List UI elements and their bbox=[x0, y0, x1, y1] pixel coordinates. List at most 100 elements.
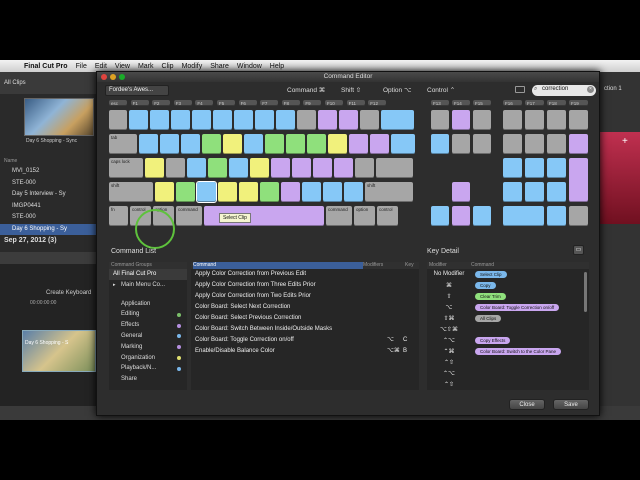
keyboard-key[interactable]: command bbox=[326, 206, 352, 226]
keyboard-key[interactable] bbox=[318, 110, 337, 130]
timeline-clip[interactable]: Day 6 Shopping - S bbox=[22, 330, 96, 372]
menu-clip[interactable]: Clip bbox=[158, 63, 178, 70]
function-key[interactable]: F19 bbox=[569, 100, 588, 106]
keypad-key[interactable] bbox=[569, 158, 588, 202]
function-key[interactable]: F9 bbox=[303, 100, 322, 106]
menu-help[interactable]: Help bbox=[266, 63, 288, 70]
menu-file[interactable]: File bbox=[72, 63, 91, 70]
menu-mark[interactable]: Mark bbox=[134, 63, 158, 70]
function-key[interactable]: F3 bbox=[173, 100, 192, 106]
keyboard-key[interactable] bbox=[176, 182, 195, 202]
keyboard-key[interactable] bbox=[473, 110, 491, 130]
keyboard-key[interactable] bbox=[276, 110, 295, 130]
date-group-row[interactable]: Sep 27, 2012 (3) bbox=[0, 235, 96, 247]
key-detail-row[interactable]: ⌘ Copy bbox=[427, 280, 589, 291]
keyboard-key[interactable] bbox=[166, 158, 185, 178]
keypad-key[interactable] bbox=[503, 182, 522, 202]
keyboard-key[interactable] bbox=[145, 158, 164, 178]
list-item[interactable]: STE-000 bbox=[0, 212, 96, 224]
key-detail-row[interactable]: ⌥ Color Board: Toggle Correction on/off bbox=[427, 302, 589, 313]
keyboard-key[interactable] bbox=[109, 110, 127, 130]
keyboard-key[interactable] bbox=[297, 110, 316, 130]
keyboard-key[interactable] bbox=[302, 182, 321, 202]
key-detail-row[interactable]: ⌃⌘ Color Board: Switch to the Color Pane bbox=[427, 346, 589, 357]
key-detail-scrollbar[interactable] bbox=[584, 272, 587, 312]
keyboard-key[interactable] bbox=[213, 110, 232, 130]
function-key[interactable]: F12 bbox=[368, 100, 387, 106]
keyboard-key[interactable] bbox=[431, 206, 449, 226]
clip-thumbnail[interactable] bbox=[24, 98, 94, 136]
function-key[interactable]: F11 bbox=[346, 100, 365, 106]
command-column-header[interactable]: Command bbox=[193, 262, 363, 269]
keypad-key[interactable] bbox=[569, 206, 588, 226]
list-item[interactable]: Day 5 Interview - Sy bbox=[0, 189, 96, 201]
keypad-key[interactable] bbox=[503, 158, 522, 178]
group-item-editing[interactable]: Editing bbox=[109, 309, 187, 320]
keypad-key[interactable] bbox=[503, 134, 522, 154]
keyboard-key[interactable] bbox=[223, 134, 242, 154]
plus-icon[interactable]: + bbox=[622, 136, 628, 147]
keyboard-key[interactable] bbox=[196, 181, 217, 203]
keypad-key[interactable] bbox=[525, 110, 544, 130]
keyboard-key[interactable] bbox=[187, 158, 206, 178]
keyboard-key[interactable]: control bbox=[377, 206, 398, 226]
menu-window[interactable]: Window bbox=[233, 63, 266, 70]
modifier-command-button[interactable]: Command ⌘ bbox=[287, 86, 325, 94]
keyboard-key[interactable]: caps lock bbox=[109, 158, 143, 178]
keyboard-key[interactable] bbox=[307, 134, 326, 154]
keyboard-key[interactable] bbox=[370, 134, 389, 154]
command-groups-header[interactable]: Command Groups bbox=[109, 262, 187, 269]
function-key[interactable]: F10 bbox=[325, 100, 343, 106]
command-set-select[interactable]: Fordee's Awes... bbox=[105, 85, 169, 96]
keyboard-key[interactable] bbox=[355, 158, 374, 178]
keyboard-key[interactable] bbox=[452, 182, 470, 202]
key-detail-row[interactable]: ⌃⌥ Copy Effects bbox=[427, 335, 589, 346]
function-key[interactable]: F4 bbox=[195, 100, 214, 106]
menu-view[interactable]: View bbox=[111, 63, 134, 70]
list-item[interactable]: Day 6 Shopping - Sy bbox=[0, 223, 96, 235]
command-row[interactable]: Enable/Disable Balance Color ⌥⌘ B bbox=[191, 346, 419, 357]
keypad-key[interactable] bbox=[547, 182, 566, 202]
keyboard-key[interactable] bbox=[150, 110, 169, 130]
key-detail-row[interactable]: ⌥⇧⌘ bbox=[427, 324, 589, 335]
keyboard-key[interactable] bbox=[192, 110, 211, 130]
keyboard-key[interactable] bbox=[360, 110, 379, 130]
function-key[interactable]: F6 bbox=[238, 100, 257, 106]
modifier-shift-button[interactable]: Shift ⇧ bbox=[341, 86, 361, 94]
key-column-header[interactable]: Key bbox=[405, 262, 414, 269]
group-item-share[interactable]: Share bbox=[109, 374, 187, 385]
command-row[interactable]: Apply Color Correction from Previous Edi… bbox=[191, 269, 419, 280]
search-field[interactable]: ⌕ correction × bbox=[532, 85, 596, 96]
keyboard-key[interactable] bbox=[208, 158, 227, 178]
keyboard-key[interactable] bbox=[139, 134, 158, 154]
key-detail-row[interactable]: ⌃⇧ bbox=[427, 357, 589, 368]
keyboard-key[interactable] bbox=[271, 158, 290, 178]
menu-edit[interactable]: Edit bbox=[91, 63, 111, 70]
library-header[interactable]: All Clips bbox=[0, 72, 96, 94]
keyboard-key[interactable] bbox=[171, 110, 190, 130]
command-column-header[interactable]: Command bbox=[471, 262, 494, 269]
function-key[interactable]: F13 bbox=[431, 100, 449, 106]
keyboard-key[interactable] bbox=[260, 182, 279, 202]
keyboard-key[interactable]: tab bbox=[109, 134, 137, 154]
command-row[interactable]: Color Board: Select Next Correction bbox=[191, 302, 419, 313]
keyboard-key[interactable] bbox=[376, 158, 413, 178]
keyboard-key[interactable]: shift bbox=[109, 182, 153, 202]
clear-search-icon[interactable]: × bbox=[587, 86, 594, 93]
function-key[interactable]: F7 bbox=[260, 100, 279, 106]
keyboard-key[interactable] bbox=[292, 158, 311, 178]
group-item-playback[interactable]: Playback/N... bbox=[109, 363, 187, 374]
function-key[interactable]: F1 bbox=[130, 100, 149, 106]
keyboard-key[interactable] bbox=[473, 206, 491, 226]
modifiers-column-header[interactable]: Modifiers bbox=[363, 262, 405, 269]
keyboard-key[interactable] bbox=[244, 134, 263, 154]
function-key[interactable]: esc bbox=[109, 100, 127, 106]
keyboard-key[interactable] bbox=[160, 134, 179, 154]
keypad-key[interactable] bbox=[547, 158, 566, 178]
keyboard-key[interactable] bbox=[313, 158, 332, 178]
keypad-key[interactable] bbox=[547, 134, 566, 154]
keypad-key[interactable] bbox=[569, 110, 588, 130]
keyboard-key[interactable] bbox=[250, 158, 269, 178]
keyboard-key[interactable] bbox=[255, 110, 274, 130]
group-item-general[interactable]: General bbox=[109, 331, 187, 342]
